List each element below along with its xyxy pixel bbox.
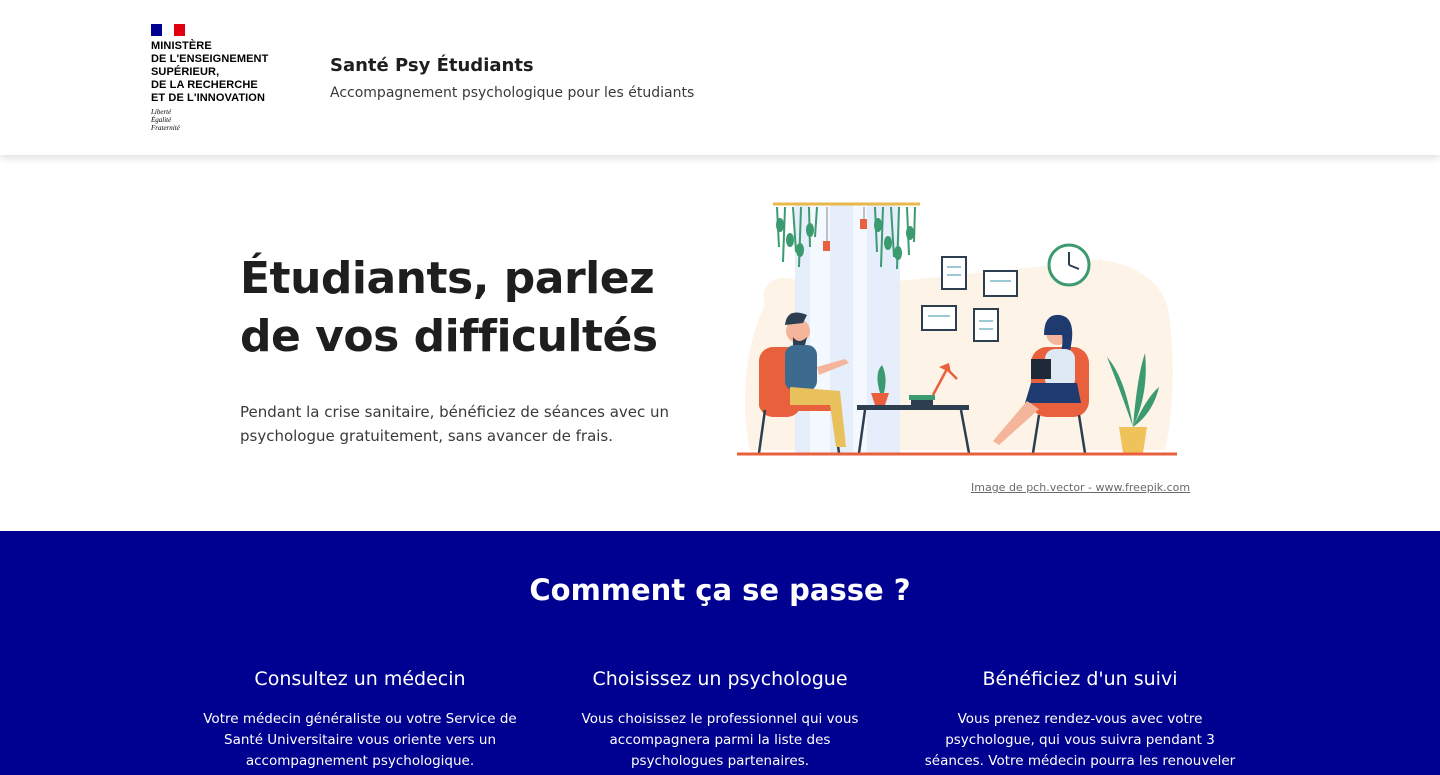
image-credit-link[interactable]: Image de pch.vector - www.freepik.com [971,481,1190,494]
hero-description: Pendant la crise sanitaire, bénéficiez d… [240,403,670,445]
step-text: Votre médecin généraliste ou votre Servi… [203,711,517,769]
site-header: MINISTÈRE DE L'ENSEIGNEMENT SUPÉRIEUR, D… [0,0,1440,155]
how-it-works-section: Comment ça se passe ? Consultez un médec… [0,531,1440,775]
step-text: Vous prenez rendez-vous avec votre psych… [924,711,1236,769]
how-it-works-title: Comment ça se passe ? [529,573,911,607]
site-name[interactable]: Santé Psy Étudiants [330,55,534,76]
ministry-logo[interactable]: MINISTÈRE DE L'ENSEIGNEMENT SUPÉRIEUR, D… [151,24,291,134]
step-text: Vous choisissez le professionnel qui vou… [581,711,859,769]
therapy-session-illustration [737,202,1177,456]
marianne-flag-icon [151,24,185,36]
ministry-name: MINISTÈRE DE L'ENSEIGNEMENT SUPÉRIEUR, D… [151,40,269,104]
site-tagline: Accompagnement psychologique pour les ét… [330,85,695,101]
step-title: Choisissez un psychologue [592,668,848,690]
step-consult-doctor: Consultez un médecin Votre médecin génér… [195,668,525,772]
step-title: Bénéficiez d'un suivi [982,668,1178,690]
hero-title: Étudiants, parlez de vos difficultés [240,253,658,362]
step-choose-psychologist: Choisissez un psychologue Vous choisisse… [555,668,885,772]
step-follow-up: Bénéficiez d'un suivi Vous prenez rendez… [915,668,1245,772]
step-title: Consultez un médecin [254,668,466,690]
republic-motto: Liberté Égalité Fraternité [151,108,180,132]
